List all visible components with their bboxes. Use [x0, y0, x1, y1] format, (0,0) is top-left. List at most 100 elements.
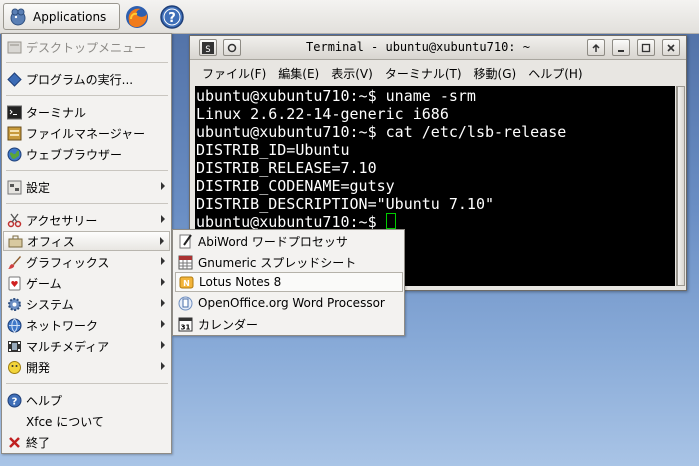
film-reel-icon — [7, 339, 22, 354]
submenu-item-label: Lotus Notes 8 — [199, 275, 282, 289]
terminal-menu-view[interactable]: 表示(V) — [331, 65, 373, 82]
menu-item-accessories[interactable]: アクセサリー — [3, 210, 170, 230]
menu-item-label: ウェブブラウザー — [26, 147, 123, 162]
minimize-window-icon[interactable] — [612, 39, 630, 56]
submenu-arrow-icon — [161, 182, 165, 190]
menu-item-label: 開発 — [26, 360, 51, 375]
submenu-item-label: AbiWord ワードプロセッサ — [198, 234, 348, 249]
submenu-arrow-icon — [161, 362, 165, 370]
menu-item-label: ネットワーク — [26, 318, 99, 333]
submenu-item-abiword[interactable]: AbiWord ワードプロセッサ — [175, 231, 403, 251]
menu-item-web-browser[interactable]: ウェブブラウザー — [3, 144, 170, 164]
menu-item-label: デスクトップメニュー — [26, 40, 147, 55]
close-window-icon[interactable] — [662, 39, 680, 56]
submenu-arrow-icon — [161, 215, 165, 223]
terminal-line: DISTRIB_CODENAME=gutsy — [196, 177, 395, 195]
quit-icon — [7, 435, 22, 450]
terminal-menu-file[interactable]: ファイル(F) — [202, 65, 266, 82]
system-gear-icon — [7, 297, 22, 312]
firefox-icon[interactable] — [124, 4, 150, 30]
svg-text:N: N — [183, 279, 190, 288]
terminal-menubar: ファイル(F) 編集(E) 表示(V) ターミナル(T) 移動(G) ヘルプ(H… — [190, 61, 686, 85]
pin-window-icon[interactable] — [223, 39, 241, 56]
submenu-item-gnumeric[interactable]: Gnumeric スプレッドシート — [175, 252, 403, 272]
desktop-menu-icon — [7, 40, 22, 55]
top-panel: Applications ? — [0, 0, 699, 34]
menu-item-system[interactable]: システム — [3, 294, 170, 314]
submenu-arrow-icon — [161, 299, 165, 307]
terminal-icon — [7, 105, 22, 120]
menu-item-desktop-menu: デスクトップメニュー — [3, 37, 170, 57]
menu-item-graphics[interactable]: グラフィックス — [3, 252, 170, 272]
menu-item-network[interactable]: ネットワーク — [3, 315, 170, 335]
window-menu-icon[interactable]: S — [199, 39, 217, 56]
terminal-menu-help[interactable]: ヘルプ(H) — [528, 65, 582, 82]
about-icon — [7, 414, 22, 429]
menu-item-label: Xfce について — [26, 414, 104, 429]
menu-item-label: アクセサリー — [26, 213, 98, 228]
paintbrush-icon — [7, 255, 22, 270]
svg-text:?: ? — [12, 396, 18, 407]
lotus-notes-icon: N — [179, 275, 194, 290]
svg-text:S: S — [205, 45, 210, 54]
development-icon — [7, 360, 22, 375]
submenu-item-lotus-notes[interactable]: N Lotus Notes 8 — [175, 272, 403, 292]
menu-separator — [6, 203, 168, 204]
terminal-scrollbar-thumb[interactable] — [677, 86, 685, 286]
terminal-cursor — [385, 213, 396, 229]
menu-separator — [6, 383, 168, 384]
menu-separator — [6, 62, 168, 63]
submenu-item-calendar[interactable]: 31 カレンダー — [175, 314, 403, 334]
menu-separator — [6, 170, 168, 171]
terminal-titlebar[interactable]: S Terminal - ubuntu@xubuntu710: ~ — [190, 36, 686, 60]
office-briefcase-icon — [8, 234, 23, 249]
terminal-menu-terminal[interactable]: ターミナル(T) — [385, 65, 462, 82]
menu-item-quit[interactable]: 終了 — [3, 432, 170, 452]
terminal-line: DISTRIB_RELEASE=7.10 — [196, 159, 377, 177]
terminal-menu-go[interactable]: 移動(G) — [474, 65, 517, 82]
applications-menu-button[interactable]: Applications — [3, 3, 120, 30]
menu-item-label: プログラムの実行... — [26, 72, 134, 87]
run-program-icon — [7, 71, 22, 87]
menu-item-terminal[interactable]: ターミナル — [3, 102, 170, 122]
shade-window-icon[interactable] — [587, 39, 605, 56]
abiword-icon — [178, 233, 193, 249]
terminal-scrollbar[interactable] — [676, 86, 685, 286]
svg-text:31: 31 — [181, 323, 191, 331]
menu-item-development[interactable]: 開発 — [3, 357, 170, 377]
help-icon[interactable]: ? — [159, 4, 185, 30]
network-globe-icon — [7, 318, 22, 333]
menu-separator — [6, 95, 168, 96]
menu-item-multimedia[interactable]: マルチメディア — [3, 336, 170, 356]
help-icon: ? — [7, 393, 22, 408]
spreadsheet-icon — [178, 255, 193, 270]
playing-card-icon — [7, 276, 22, 291]
submenu-item-label: カレンダー — [198, 317, 259, 332]
office-submenu: AbiWord ワードプロセッサ Gnumeric スプレッドシート N Lot… — [172, 229, 405, 336]
file-manager-icon — [7, 126, 22, 141]
menu-item-office[interactable]: オフィス — [3, 231, 170, 251]
menu-item-file-manager[interactable]: ファイルマネージャー — [3, 123, 170, 143]
menu-item-games[interactable]: ゲーム — [3, 273, 170, 293]
submenu-item-label: Gnumeric スプレッドシート — [198, 255, 357, 270]
terminal-title: Terminal - ubuntu@xubuntu710: ~ — [306, 40, 530, 54]
scissors-icon — [7, 213, 22, 228]
terminal-line: DISTRIB_ID=Ubuntu — [196, 141, 350, 159]
submenu-item-openoffice-writer[interactable]: OpenOffice.org Word Processor — [175, 293, 403, 313]
terminal-line: DISTRIB_DESCRIPTION="Ubuntu 7.10" — [196, 195, 495, 213]
menu-item-help[interactable]: ? ヘルプ — [3, 390, 170, 410]
menu-item-label: ゲーム — [26, 276, 62, 291]
submenu-arrow-icon — [161, 320, 165, 328]
menu-item-run-program[interactable]: プログラムの実行... — [3, 69, 170, 89]
menu-item-label: グラフィックス — [26, 255, 110, 270]
desktop-menu: デスクトップメニュー プログラムの実行... ターミナル ファイルマネージャー … — [1, 33, 172, 454]
xfce-mouse-icon — [8, 7, 28, 27]
maximize-window-icon[interactable] — [637, 39, 655, 56]
settings-icon — [7, 180, 22, 195]
menu-item-label: 設定 — [26, 180, 51, 195]
submenu-item-label: OpenOffice.org Word Processor — [198, 296, 385, 310]
terminal-menu-edit[interactable]: 編集(E) — [278, 65, 319, 82]
menu-item-label: 終了 — [26, 435, 51, 450]
menu-item-settings[interactable]: 設定 — [3, 177, 170, 197]
menu-item-about-xfce[interactable]: Xfce について — [3, 411, 170, 431]
